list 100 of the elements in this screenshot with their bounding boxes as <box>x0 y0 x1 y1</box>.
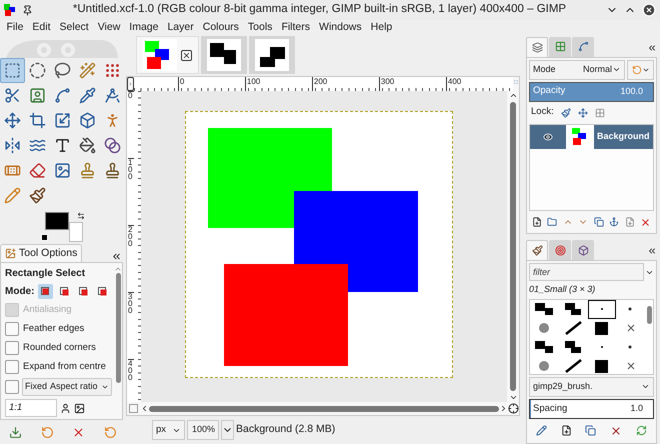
reset-mode-button[interactable] <box>627 60 654 80</box>
merge-icon[interactable] <box>624 217 635 228</box>
compass-icon <box>104 87 121 104</box>
lasso-icon <box>54 62 71 79</box>
close-icon[interactable] <box>181 50 192 60</box>
dashed-rectangle-icon <box>4 62 21 79</box>
dock-tab[interactable] <box>549 240 571 260</box>
dock-tab[interactable] <box>572 240 594 260</box>
selection-mode-icon <box>78 286 89 296</box>
tool-options-tab[interactable]: Tool Options <box>0 244 82 262</box>
menu-item[interactable]: Filters <box>276 20 315 36</box>
menu-item[interactable]: View <box>93 20 125 36</box>
unit-dropdown[interactable]: px <box>152 420 185 440</box>
menu-item[interactable]: Select <box>55 20 94 36</box>
spacing-slider[interactable]: Spacing 1.0 <box>529 398 654 419</box>
image-tab[interactable] <box>249 36 295 74</box>
blend-icon <box>104 137 121 154</box>
eraser-icon <box>29 162 46 179</box>
zoom-field[interactable]: 100% <box>187 420 219 440</box>
option-label: Feather edges <box>23 322 84 336</box>
brush-tip-icon <box>535 341 554 354</box>
ruler-label: 100 <box>128 158 134 225</box>
selection-mode-icon <box>98 286 108 296</box>
image-tab[interactable] <box>201 36 247 74</box>
image-tab[interactable] <box>136 36 199 74</box>
edit-icon[interactable] <box>536 425 547 436</box>
paintbrush-icon[interactable] <box>560 108 571 118</box>
brush-tip-icon <box>564 359 582 374</box>
delete-icon[interactable] <box>640 216 652 228</box>
lock-label: Lock: <box>531 105 554 120</box>
dock-tab[interactable] <box>526 36 548 57</box>
menu-item[interactable]: Colours <box>198 20 244 36</box>
path-icon <box>54 87 71 104</box>
checkbox[interactable] <box>5 360 19 374</box>
scroll-left-icon[interactable] <box>140 404 149 413</box>
anchor-icon[interactable] <box>609 217 620 228</box>
menu-item[interactable]: Help <box>366 20 397 36</box>
undo-arrow-icon <box>632 64 642 75</box>
brush-tip-icon <box>564 321 582 336</box>
mode-dropdown[interactable]: Mode Normal <box>529 60 625 80</box>
menu-item[interactable]: Windows <box>314 20 366 36</box>
landscape-icon[interactable] <box>74 402 85 414</box>
configure-icon[interactable] <box>647 42 657 53</box>
menu-item[interactable]: Edit <box>28 20 56 36</box>
checkbox[interactable] <box>5 322 19 336</box>
folder-icon[interactable] <box>547 217 558 228</box>
dock-tab[interactable] <box>549 36 571 57</box>
delete-icon[interactable] <box>72 426 86 438</box>
refresh-icon[interactable] <box>636 425 648 436</box>
brush-dropdown[interactable]: gimp29_brush. <box>529 376 654 397</box>
scrollbar-thumb[interactable] <box>510 102 516 391</box>
brush-item[interactable] <box>588 300 616 319</box>
swap-icon[interactable] <box>77 212 85 220</box>
path-icon <box>578 41 588 52</box>
chevron-down-icon <box>100 383 109 391</box>
flip-icon <box>4 137 21 154</box>
menu-item[interactable]: Tools <box>243 20 277 36</box>
default-colors-icon[interactable] <box>41 234 48 241</box>
stamp-icon <box>79 162 96 179</box>
layer-row[interactable]: Background <box>530 124 653 149</box>
scroll-down-icon[interactable] <box>508 393 518 402</box>
scroll-up-icon[interactable] <box>508 91 518 100</box>
crop-icon <box>29 112 46 129</box>
quick-mask-toggle[interactable] <box>129 404 138 413</box>
duplicate-icon[interactable] <box>594 217 604 228</box>
zoom-fit-icon[interactable] <box>508 403 519 414</box>
eye-icon[interactable] <box>543 132 553 142</box>
menu-item[interactable]: Layer <box>162 20 198 36</box>
scroll-right-icon[interactable] <box>499 404 508 413</box>
save-icon[interactable] <box>9 426 22 438</box>
scrollbar-thumb[interactable] <box>116 273 120 383</box>
ratio-field[interactable]: 1:1 <box>5 399 57 417</box>
brush-tip-icon <box>595 322 608 335</box>
portrait-icon[interactable] <box>60 402 71 414</box>
wand-icon <box>79 62 96 79</box>
zoom-dropdown-icon[interactable] <box>221 420 234 440</box>
filter-field[interactable]: filter <box>529 263 644 282</box>
move-icon[interactable] <box>578 108 588 118</box>
duplicate-icon[interactable] <box>585 425 596 436</box>
new-layer-icon[interactable] <box>532 217 542 228</box>
tool-options-icon <box>5 248 16 259</box>
move-icon <box>4 112 21 129</box>
configure-icon[interactable] <box>111 251 122 262</box>
fixed-dropdown[interactable]: Fixed Aspect ratio <box>22 378 112 396</box>
checkbox[interactable] <box>5 380 19 394</box>
checker-icon[interactable] <box>594 108 605 118</box>
menu-item[interactable]: Image <box>124 20 163 36</box>
dock-tab[interactable] <box>572 36 594 57</box>
pin-icon[interactable] <box>22 4 33 16</box>
delete-icon[interactable] <box>610 424 622 437</box>
scrollbar-thumb[interactable] <box>149 406 499 412</box>
foreground-color-swatch[interactable] <box>45 212 69 230</box>
background-color-swatch[interactable] <box>69 222 83 242</box>
checkbox[interactable] <box>5 341 19 355</box>
dock-tab[interactable] <box>526 240 548 260</box>
new-icon[interactable] <box>560 425 572 436</box>
configure-icon[interactable] <box>647 246 657 256</box>
mode-button[interactable] <box>38 284 54 299</box>
scrollbar-thumb[interactable] <box>646 306 652 324</box>
menu-item[interactable]: File <box>2 20 28 36</box>
